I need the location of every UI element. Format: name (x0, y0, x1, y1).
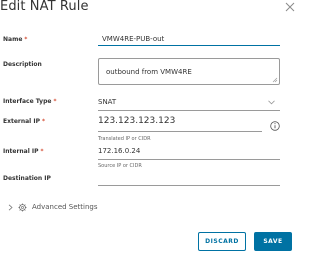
name-label-text: Name (3, 36, 23, 43)
gear-icon (18, 202, 27, 212)
external-ip-label: External IP * (3, 118, 45, 125)
external-ip-label-text: External IP (3, 118, 40, 125)
discard-button[interactable]: DISCARD (198, 232, 246, 251)
internal-ip-label-text: Internal IP (3, 148, 39, 155)
description-value: outbound from VMW4RE (106, 68, 192, 76)
internal-ip-underline (98, 159, 280, 160)
advanced-settings-toggle[interactable]: Advanced Settings (8, 201, 98, 213)
destination-ip-underline (98, 185, 280, 186)
info-icon[interactable] (270, 121, 280, 131)
chevron-right-icon (8, 204, 13, 210)
required-mark: * (41, 118, 45, 125)
resize-handle-icon[interactable] (272, 77, 278, 83)
name-label: Name * (3, 36, 27, 43)
required-mark: * (24, 36, 28, 43)
internal-ip-input[interactable]: 172.16.0.24 (98, 147, 140, 155)
external-ip-underline (98, 131, 262, 132)
name-input[interactable] (98, 33, 280, 46)
internal-ip-label: Internal IP * (3, 148, 44, 155)
close-icon[interactable] (284, 1, 296, 13)
internal-ip-helper: Source IP or CIDR (98, 163, 142, 169)
description-label: Description (3, 61, 42, 68)
save-button[interactable]: SAVE (254, 232, 292, 251)
destination-ip-label: Destination IP (3, 175, 51, 182)
external-ip-input[interactable]: 123.123.123.123 (98, 116, 175, 126)
required-mark: * (53, 98, 57, 105)
chevron-down-icon[interactable] (268, 100, 275, 105)
interface-type-select[interactable]: SNAT (98, 98, 116, 106)
interface-type-underline (98, 110, 280, 111)
dialog-title: Edit NAT Rule (0, 0, 89, 14)
interface-type-label-text: Interface Type (3, 98, 52, 105)
external-ip-helper: Translated IP or CIDR (98, 136, 151, 142)
required-mark: * (40, 148, 44, 155)
interface-type-label: Interface Type * (3, 98, 56, 105)
advanced-settings-label: Advanced Settings (32, 203, 98, 211)
